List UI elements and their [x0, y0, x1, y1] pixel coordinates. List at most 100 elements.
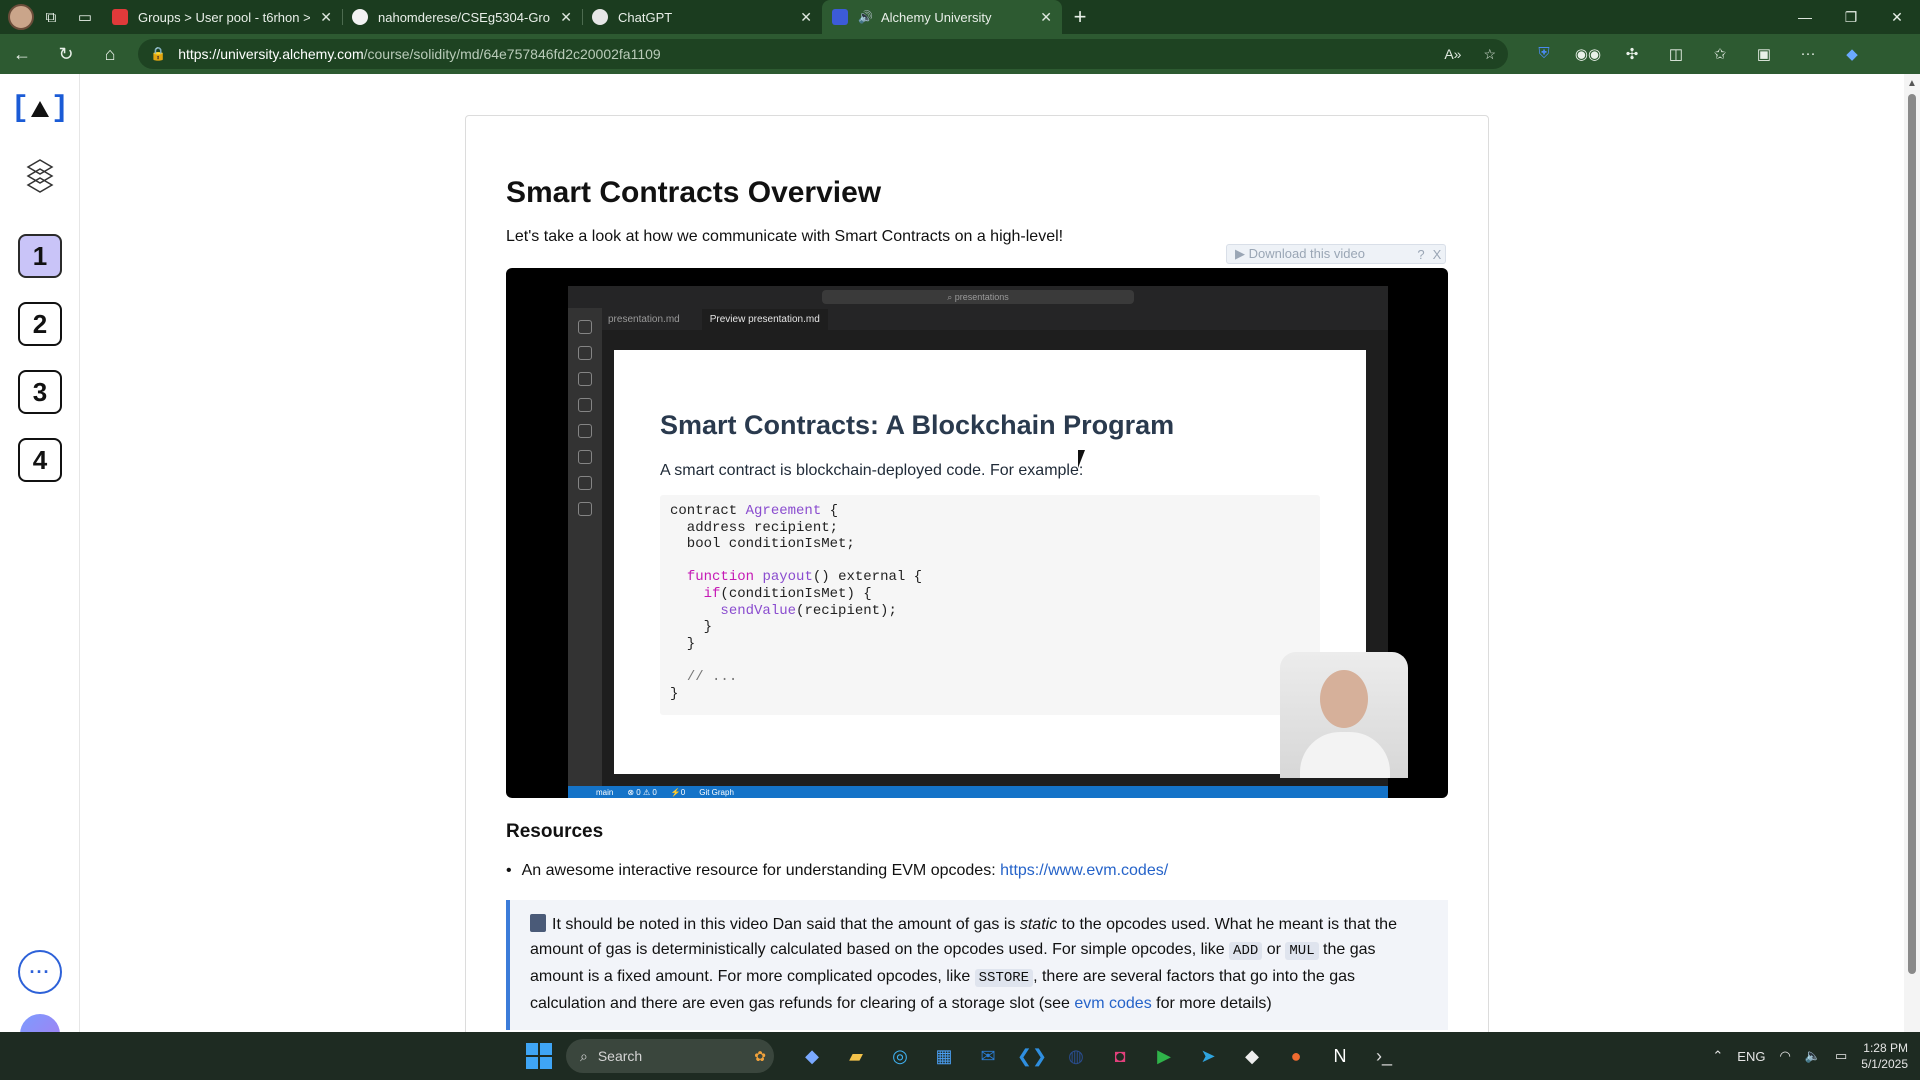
extension-icons: ⛨ ◉◉ ✣ ◫ ✩ ▣ ··· ◆: [1522, 45, 1874, 63]
language-indicator[interactable]: ENG: [1737, 1049, 1765, 1064]
edge-browser-icon[interactable]: ◎: [878, 1039, 922, 1073]
workspaces-icon[interactable]: ⧉: [34, 0, 68, 34]
course-step-rail: [] 1 2 3 4 ···: [0, 74, 80, 1054]
close-tab-icon[interactable]: ✕: [1040, 9, 1052, 26]
close-tab-icon[interactable]: ✕: [800, 9, 812, 26]
clock[interactable]: 1:28 PM 5/1/2025: [1861, 1040, 1908, 1072]
copilot-icon[interactable]: ◆: [1830, 45, 1874, 63]
outlook-icon[interactable]: ✉: [966, 1039, 1010, 1073]
alchemy-logo[interactable]: []: [11, 92, 69, 126]
page-scrollbar[interactable]: ▲: [1904, 74, 1920, 1032]
split-screen-icon[interactable]: ◫: [1654, 45, 1698, 63]
close-tab-icon[interactable]: ✕: [320, 9, 332, 26]
tray-chevron-icon[interactable]: ⌃: [1712, 1048, 1723, 1064]
new-tab-button[interactable]: +: [1062, 4, 1098, 30]
download-video-button[interactable]: ▶ Download this video: [1235, 246, 1413, 262]
slide-code-block: contract Agreement { address recipient; …: [660, 495, 1320, 715]
bitwarden-shield-icon[interactable]: ⛨: [1522, 45, 1566, 63]
tab-actions-icon[interactable]: ▭: [68, 0, 102, 34]
taskbar-apps: ◆ ▰ ◎ ▦ ✉ ❮❯ ◍ ◘ ▶ ➤ ◆ ● N ›_: [790, 1039, 1406, 1073]
postman-icon[interactable]: ●: [1274, 1039, 1318, 1073]
list-item: An awesome interactive resource for unde…: [506, 862, 1169, 880]
telegram-icon[interactable]: ➤: [1186, 1039, 1230, 1073]
restore-icon[interactable]: ❐: [1828, 9, 1874, 26]
favorites-icon[interactable]: ✩: [1698, 45, 1742, 63]
video-editor-tab-active: Preview presentation.md: [701, 308, 828, 330]
browser-tab-bar: ⧉ ▭ Groups > User pool - t6rhon > U ✕ na…: [0, 0, 1920, 34]
terminal-icon[interactable]: ›_: [1362, 1039, 1406, 1073]
code-sstore: SSTORE: [974, 969, 1034, 987]
step-button-3[interactable]: 3: [18, 370, 62, 414]
url-host: https://university.alchemy.com: [178, 46, 364, 62]
scroll-up-icon[interactable]: ▲: [1907, 78, 1917, 89]
evm-codes-note-link[interactable]: evm codes: [1074, 995, 1151, 1012]
slide-title: Smart Contracts: A Blockchain Program: [660, 410, 1175, 440]
favorite-star-icon[interactable]: ☆: [1483, 46, 1496, 63]
code-mul: MUL: [1285, 942, 1319, 960]
code-add: ADD: [1229, 942, 1263, 960]
microsoft-store-icon[interactable]: ▦: [922, 1039, 966, 1073]
file-explorer-icon[interactable]: ▰: [834, 1039, 878, 1073]
aws-favicon-icon: [112, 9, 128, 25]
book-icon: [530, 914, 546, 932]
intro-text: Let's take a look at how we communicate …: [506, 228, 1064, 245]
download-close-icon[interactable]: X: [1429, 247, 1445, 262]
extensions-puzzle-icon[interactable]: ✣: [1610, 45, 1654, 63]
read-aloud-icon[interactable]: A»: [1444, 46, 1461, 63]
copilot-app-icon[interactable]: ◆: [790, 1039, 834, 1073]
browser-tab-user-pool[interactable]: Groups > User pool - t6rhon > U ✕: [102, 0, 342, 34]
browser-tab-alchemy[interactable]: 🔊 Alchemy University ✕: [822, 0, 1062, 34]
refresh-icon[interactable]: ↻: [44, 44, 88, 65]
url-bar[interactable]: 🔒 https://university.alchemy.com/course/…: [138, 39, 1508, 69]
ethereum-hex-icon[interactable]: [26, 159, 54, 193]
vscode-icon[interactable]: ❮❯: [1010, 1039, 1054, 1073]
app-icon[interactable]: ◍: [1054, 1039, 1098, 1073]
meet-icon[interactable]: ▶: [1142, 1039, 1186, 1073]
chatgpt-favicon-icon: [592, 9, 608, 25]
download-help-icon[interactable]: ?: [1413, 247, 1429, 262]
resources-heading: Resources: [506, 821, 604, 842]
video-search-box: ⌕ presentations: [822, 290, 1134, 304]
address-toolbar: ← ↻ ⌂ 🔒 https://university.alchemy.com/c…: [0, 34, 1920, 74]
presenter-webcam: [1280, 652, 1408, 778]
battery-icon[interactable]: ▭: [1835, 1048, 1847, 1064]
cursor-app-icon[interactable]: ◆: [1230, 1039, 1274, 1073]
step-button-1[interactable]: 1: [18, 234, 62, 278]
collections-icon[interactable]: ▣: [1742, 45, 1786, 63]
profile-avatar[interactable]: [8, 4, 34, 30]
lesson-card: Smart Contracts Overview Let's take a lo…: [465, 115, 1489, 1075]
lock-icon[interactable]: 🔒: [150, 46, 166, 62]
minimize-icon[interactable]: —: [1782, 9, 1828, 26]
video-activity-bar: [568, 308, 602, 786]
speaker-icon[interactable]: 🔊: [858, 10, 873, 24]
lesson-video-player[interactable]: ⌕ presentations presentation.md Preview …: [506, 268, 1448, 798]
system-tray: ⌃ ENG ◠ 🔈 ▭ 1:28 PM 5/1/2025: [1712, 1040, 1908, 1072]
close-tab-icon[interactable]: ✕: [560, 9, 572, 26]
close-window-icon[interactable]: ✕: [1874, 9, 1920, 26]
taskbar-search[interactable]: ⌕ Search ✿: [566, 1039, 774, 1073]
evm-codes-link[interactable]: https://www.evm.codes/: [1000, 862, 1168, 879]
mouse-cursor-icon: [1078, 450, 1085, 468]
extension-glasses-icon[interactable]: ◉◉: [1566, 45, 1610, 63]
search-highlight-icon: ✿: [754, 1047, 766, 1064]
github-favicon-icon: [352, 9, 368, 25]
download-video-bar: ▶ Download this video ? X: [1226, 244, 1446, 264]
windows-taskbar: ⌕ Search ✿ ◆ ▰ ◎ ▦ ✉ ❮❯ ◍ ◘ ▶ ➤ ◆ ● N ›_…: [0, 1032, 1920, 1080]
home-icon[interactable]: ⌂: [88, 44, 132, 65]
window-controls: — ❐ ✕: [1782, 9, 1920, 26]
wifi-icon[interactable]: ◠: [1779, 1048, 1790, 1064]
windows-start-icon[interactable]: [526, 1043, 552, 1069]
more-menu-icon[interactable]: ···: [1786, 45, 1830, 63]
notion-icon[interactable]: N: [1318, 1039, 1362, 1073]
instagram-icon[interactable]: ◘: [1098, 1039, 1142, 1073]
volume-icon[interactable]: 🔈: [1805, 1048, 1821, 1064]
alchemy-favicon-icon: [832, 9, 848, 25]
more-options-button[interactable]: ···: [18, 950, 62, 994]
browser-tab-github[interactable]: nahomderese/CSEg5304-Group-F ✕: [342, 0, 582, 34]
scrollbar-thumb[interactable]: [1908, 94, 1916, 974]
step-button-2[interactable]: 2: [18, 302, 62, 346]
back-icon[interactable]: ←: [0, 44, 44, 65]
browser-tab-chatgpt[interactable]: ChatGPT ✕: [582, 0, 822, 34]
video-frame-editor: ⌕ presentations presentation.md Preview …: [568, 286, 1408, 798]
step-button-4[interactable]: 4: [18, 438, 62, 482]
